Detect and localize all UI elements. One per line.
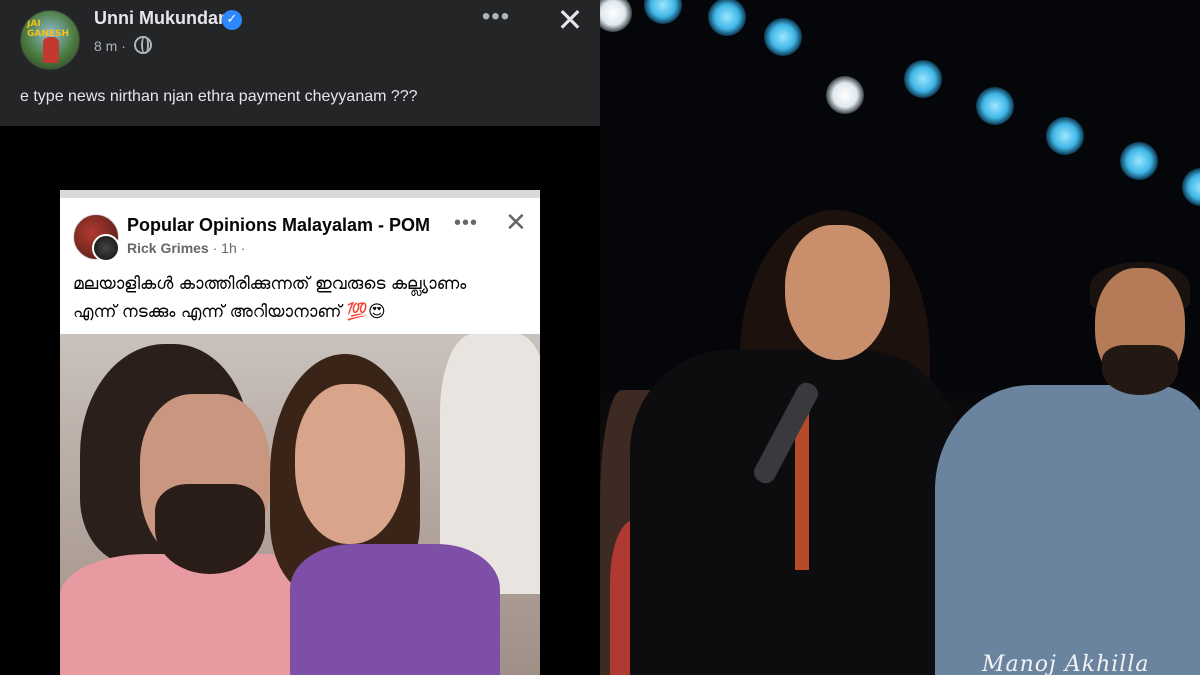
embedded-timestamp: · 1h · <box>212 240 246 256</box>
stage-light <box>904 60 942 98</box>
woman-face <box>785 225 890 360</box>
embedded-post-meta: Rick Grimes · 1h · <box>127 240 245 256</box>
photo-man-beard <box>155 484 265 574</box>
stage-photo: Manoj Akhilla <box>600 0 1200 675</box>
embedded-post-screenshot: Popular Opinions Malayalam - POM Rick Gr… <box>60 190 540 675</box>
close-icon[interactable]: ✕ <box>552 2 588 38</box>
embedded-page-name: Popular Opinions Malayalam - POM <box>127 215 431 235</box>
card-top-divider <box>60 190 540 198</box>
embedded-post-photo <box>60 334 540 675</box>
stage-light <box>764 18 802 56</box>
embedded-text-line-2: എന്ന് നടക്കും എന്ന് അറിയാനാണ് 💯😍 <box>73 302 386 322</box>
stage-light <box>644 0 682 24</box>
stage-light <box>976 87 1014 125</box>
man-denim-shirt <box>935 385 1200 675</box>
post-timestamp[interactable]: 8 m · <box>94 38 126 54</box>
stage-light <box>708 0 746 36</box>
embedded-author-name: Rick Grimes <box>127 240 209 256</box>
facebook-post-panel: JAI GANESH Unni Mukundan ✓ 8 m · ••• ✕ e… <box>0 0 600 675</box>
author-name[interactable]: Unni Mukundan <box>94 8 229 29</box>
verified-badge-icon: ✓ <box>222 10 242 30</box>
post-header: JAI GANESH Unni Mukundan ✓ 8 m · ••• ✕ e… <box>0 0 600 126</box>
embedded-more-icon: ••• <box>454 212 479 234</box>
stage-light <box>1182 168 1200 206</box>
post-text: e type news nirthan njan ethra payment c… <box>20 88 418 105</box>
avatar-logo-text: JAI GANESH <box>27 19 70 39</box>
photo-woman-saree <box>290 544 500 675</box>
stage-light <box>1046 117 1084 155</box>
stage-light <box>1120 142 1158 180</box>
photo-woman-face <box>295 384 405 544</box>
embedded-text-line-1: മലയാളികൾ കാത്തിരിക്കുന്നത് ഇവരുടെ കല്ല്യ… <box>73 274 467 294</box>
globe-icon <box>134 36 152 54</box>
more-options-icon[interactable]: ••• <box>478 4 514 34</box>
embedded-post-text: മലയാളികൾ കാത്തിരിക്കുന്നത് ഇവരുടെ കല്ല്യ… <box>73 270 533 326</box>
avatar-figure <box>43 37 59 63</box>
composite-image: JAI GANESH Unni Mukundan ✓ 8 m · ••• ✕ e… <box>0 0 1200 675</box>
stage-light <box>600 0 632 32</box>
author-avatar[interactable]: JAI GANESH <box>20 10 80 70</box>
embedded-close-icon: ✕ <box>505 208 527 238</box>
author-mini-avatar <box>92 234 120 262</box>
man-beard <box>1102 345 1178 395</box>
stage-light <box>826 76 864 114</box>
photographer-signature: Manoj Akhilla <box>982 652 1150 675</box>
